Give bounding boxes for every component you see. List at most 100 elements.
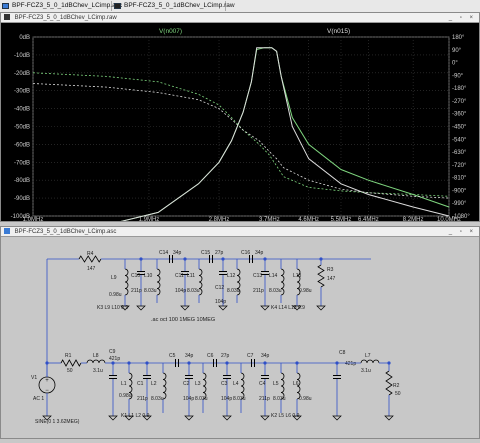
- label-l4: L4: [233, 381, 239, 387]
- bode-plot[interactable]: 0dB -10dB -20dB -30dB -40dB -50dB -60dB -70dB -8…: [1, 23, 479, 226]
- plot-area[interactable]: 0dB -10dB -20dB -30dB -40dB -50dB -60dB -70dB -8…: [1, 23, 479, 226]
- label-c3: C3: [221, 381, 228, 387]
- label-l9: L9: [111, 275, 117, 281]
- schematic-window-icon: [4, 228, 10, 235]
- label-k4: K4 L14 L13 0.9: [271, 305, 305, 311]
- label-c10v: 211p: [131, 288, 142, 294]
- label-l7v: 3.1u: [361, 368, 371, 374]
- label-l8: L8: [93, 353, 99, 359]
- y-left-tick-label: -10dB: [14, 53, 30, 59]
- x-tick-label: 2.8MHz: [209, 217, 230, 221]
- x-tick-label: 8.2MHz: [403, 217, 424, 221]
- label-c3v: 104p: [221, 396, 232, 402]
- inductor-coil: [360, 359, 380, 364]
- x-tick-label: 6.4MHz: [358, 217, 379, 221]
- y-left-tick-label: -50dB: [14, 125, 30, 131]
- ground-icon: [136, 305, 146, 311]
- schematic-drawing[interactable]: R4 147 L9 0.98u C10 211p L10 8.03u C14 34p C11 104p…: [1, 237, 479, 438]
- label-l14v: 8.03u: [269, 288, 282, 294]
- label-c9: C9: [109, 349, 116, 355]
- x-tick-label: 5.5MHz: [331, 217, 352, 221]
- tab-waveform-label: BPF-FCZ3_5_0_1dBChev_LCimp.raw: [124, 2, 235, 9]
- label-c11v: 104p: [175, 288, 186, 294]
- ground-icon: [180, 305, 190, 311]
- label-c7v: 34p: [261, 353, 270, 359]
- label-c9v: 421p: [109, 356, 120, 362]
- y-right-tick-label: -270°: [452, 99, 467, 105]
- label-c16: C16: [241, 250, 250, 256]
- resistor: [317, 264, 325, 288]
- label-c4: C4: [259, 381, 266, 387]
- label-l6v: 0.98u: [299, 396, 312, 402]
- ground-icon: [316, 305, 326, 311]
- waveform-icon: [114, 3, 121, 9]
- y-left-tick-label: -70dB: [14, 160, 30, 166]
- tab-waveform[interactable]: BPF-FCZ3_5_0_1dBChev_LCimp.raw: [112, 1, 235, 11]
- ground-icon: [184, 415, 194, 421]
- label-c11: C11: [175, 273, 184, 279]
- plus-sign: +: [45, 378, 49, 384]
- label-r1: R1: [65, 353, 72, 359]
- label-c8: C8: [339, 350, 346, 356]
- waveform-titlebar: BPF-FCZ3_5_0_1dBChev_LCimp.raw _ ▫ ×: [1, 13, 479, 23]
- window-controls[interactable]: _ ▫ ×: [449, 227, 476, 237]
- label-r3: R3: [327, 267, 334, 273]
- y-right-tick-label: -540°: [452, 137, 467, 143]
- trace-vn007: [33, 47, 450, 226]
- label-c6v: 27p: [221, 353, 230, 359]
- tab-schematic[interactable]: BPF-FCZ3_5_0_1dBChev_LCimp.asc: [0, 1, 122, 11]
- label-c14v: 34p: [173, 250, 182, 256]
- label-l12v: 8.03u: [227, 288, 240, 294]
- label-l1: L1: [121, 381, 127, 387]
- label-l6: L6: [293, 381, 299, 387]
- y-right-tick-label: -720°: [452, 163, 467, 169]
- resistor: [385, 370, 393, 396]
- label-r4v: 147: [87, 266, 96, 272]
- label-c12v: 104p: [215, 299, 226, 305]
- tab-schematic-label: BPF-FCZ3_5_0_1dBChev_LCimp.asc: [12, 2, 123, 9]
- y-left-tick-label: -20dB: [14, 71, 30, 77]
- label-l10: L10: [144, 273, 153, 279]
- inductor-coil: [124, 268, 129, 296]
- label-l10v: 8.03u: [144, 288, 157, 294]
- label-l8v: 3.1u: [93, 368, 103, 374]
- y-right-tick-label: 90°: [452, 48, 462, 54]
- y-right-tick-label: -810°: [452, 176, 467, 182]
- label-c2: C2: [183, 381, 190, 387]
- window-controls[interactable]: _ ▫ ×: [449, 13, 476, 23]
- label-c1: C1: [137, 381, 144, 387]
- y-right-tick-label: -630°: [452, 150, 467, 156]
- resistor: [60, 359, 82, 367]
- waveform-window-icon: [4, 14, 10, 21]
- label-l5v: 8.03u: [273, 396, 286, 402]
- schematic-canvas[interactable]: R4 147 L9 0.98u C10 211p L10 8.03u C14 34p C11 104p…: [1, 237, 479, 438]
- label-r3v: 147: [327, 276, 336, 282]
- label-sine: SINE(0 1 3.62MEG): [35, 419, 80, 425]
- waveform-title: BPF-FCZ3_5_0_1dBChev_LCimp.raw: [14, 15, 117, 21]
- schematic-titlebar: BPF-FCZ3_5_0_1dBChev_LCimp.asc _ ▫ ×: [1, 227, 479, 237]
- label-l5: L5: [273, 381, 279, 387]
- label-l4v: 8.03u: [233, 396, 246, 402]
- label-l11v: 8.03u: [187, 288, 200, 294]
- label-r2v: 50: [395, 391, 401, 397]
- label-r4: R4: [87, 251, 94, 257]
- trace-label-n015: V(n015): [327, 28, 350, 35]
- label-c5v: 34p: [185, 353, 194, 359]
- trace-label-n007: V(n007): [159, 28, 182, 35]
- label-ac1: AC 1: [33, 396, 44, 402]
- label-c15: C15: [201, 250, 210, 256]
- junction-dot: [45, 361, 49, 365]
- x-tick-label: 1.9MHz: [139, 217, 160, 221]
- x-tick-label: 1.0MHz: [23, 217, 44, 221]
- y-left-tick-label: -80dB: [14, 178, 30, 184]
- label-l12: L12: [227, 273, 236, 279]
- schematic-title: BPF-FCZ3_5_0_1dBChev_LCimp.asc: [14, 229, 117, 235]
- ground-icon: [218, 305, 228, 311]
- label-l1v: 0.98u: [119, 393, 132, 399]
- y-right-tick-label: -900°: [452, 188, 467, 194]
- ground-icon: [384, 415, 394, 421]
- spice-directive: .ac oct 100 1MEG 10MEG: [151, 317, 215, 323]
- y-left-tick-label: -40dB: [14, 107, 30, 113]
- label-c6: C6: [207, 353, 214, 359]
- label-k2: K2 L5 L6 0.9: [271, 413, 300, 419]
